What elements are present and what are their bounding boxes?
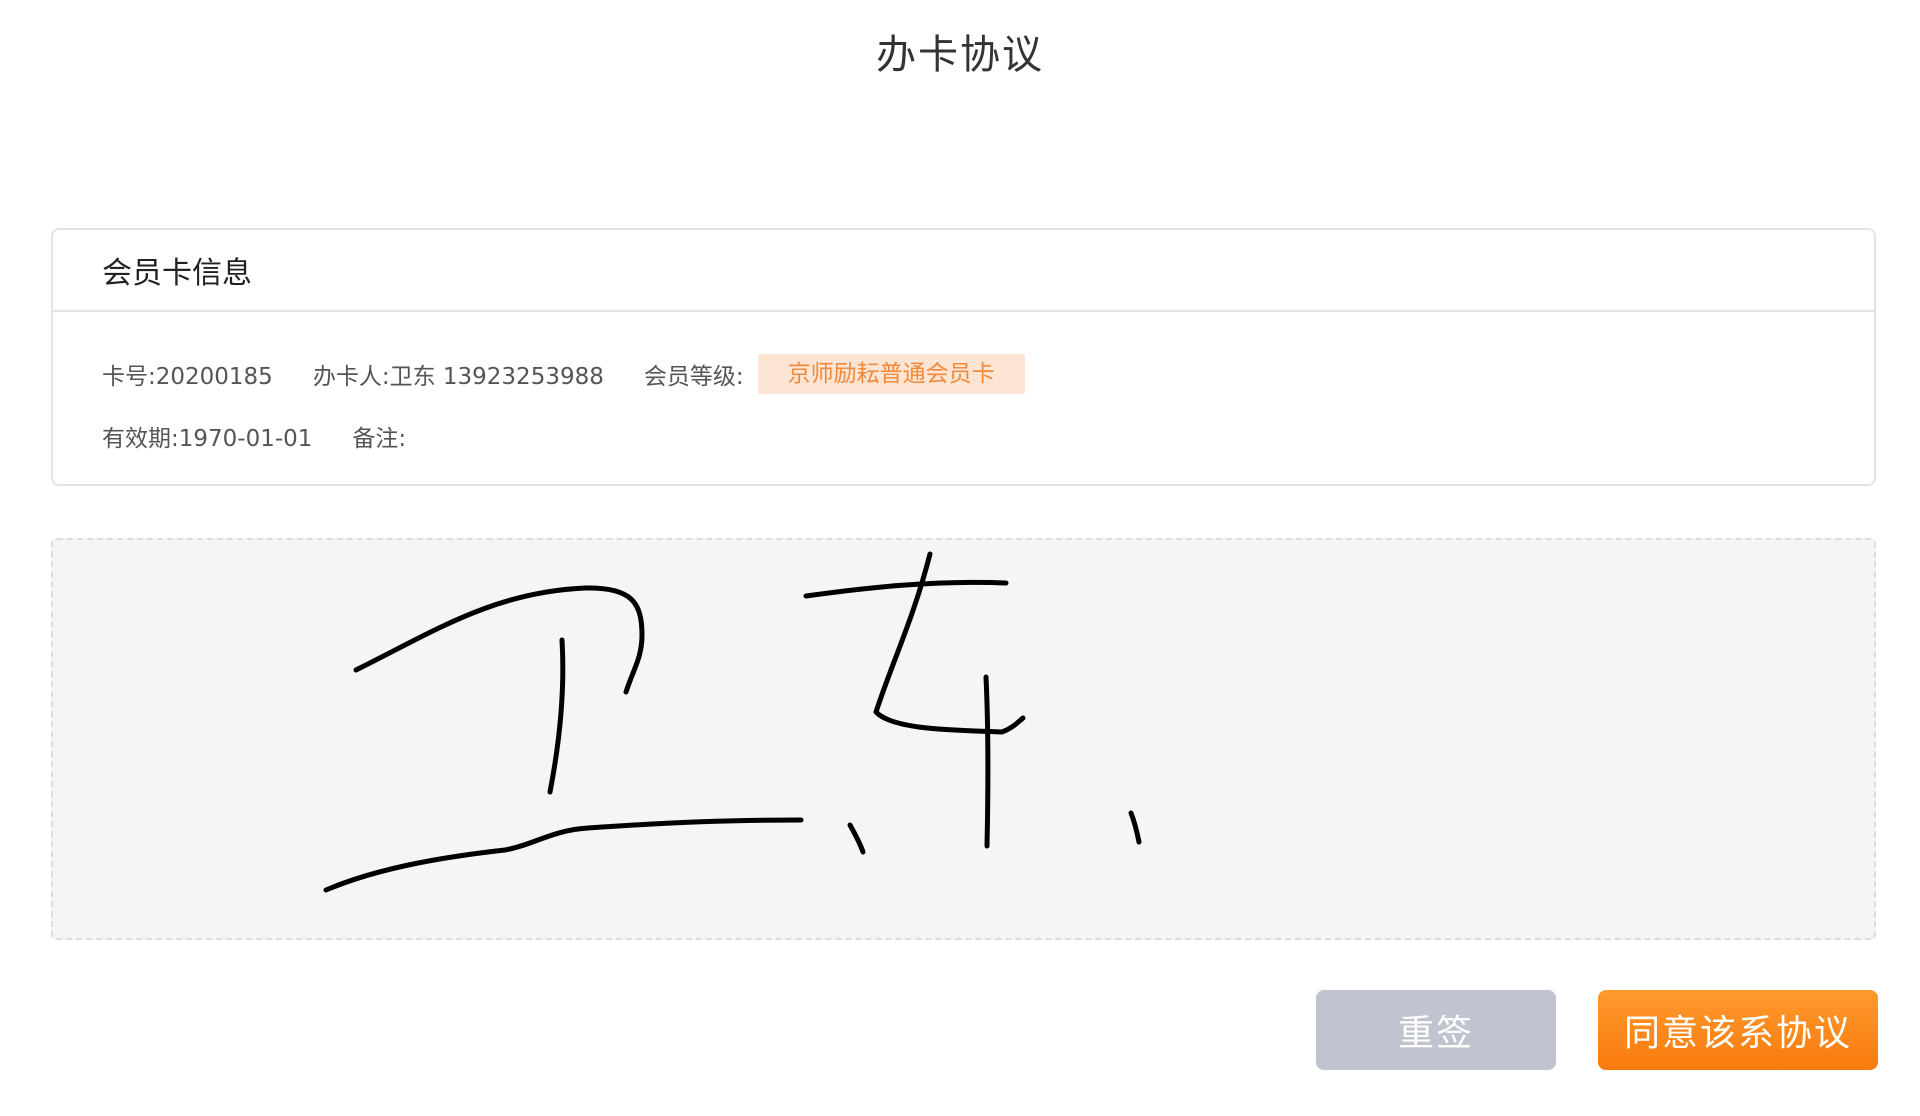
remark: 备注:: [352, 426, 407, 452]
signature-pad[interactable]: [51, 538, 1876, 940]
resign-button[interactable]: 重签: [1316, 990, 1556, 1070]
card-info-row-1: 卡号:20200185 办卡人:卫东 13923253988 会员等级: 京师励…: [102, 354, 1025, 394]
card-info-header: 会员卡信息: [53, 230, 1874, 312]
card-info-title: 会员卡信息: [102, 256, 252, 291]
card-number: 卡号:20200185: [102, 364, 273, 390]
handwritten-signature: [323, 551, 1142, 893]
card-info-panel: 会员卡信息 卡号:20200185 办卡人:卫东 13923253988 会员等…: [51, 228, 1876, 486]
agree-agreement-button[interactable]: 同意该系协议: [1598, 990, 1878, 1070]
page-title: 办卡协议: [876, 32, 1044, 78]
validity-date: 有效期:1970-01-01: [102, 426, 313, 452]
card-info-row-2: 有效期:1970-01-01 备注:: [102, 416, 446, 456]
card-holder: 办卡人:卫东 13923253988: [312, 364, 604, 390]
member-level-label: 会员等级:: [643, 364, 744, 390]
member-level-badge: 京师励耘普通会员卡: [757, 354, 1025, 394]
